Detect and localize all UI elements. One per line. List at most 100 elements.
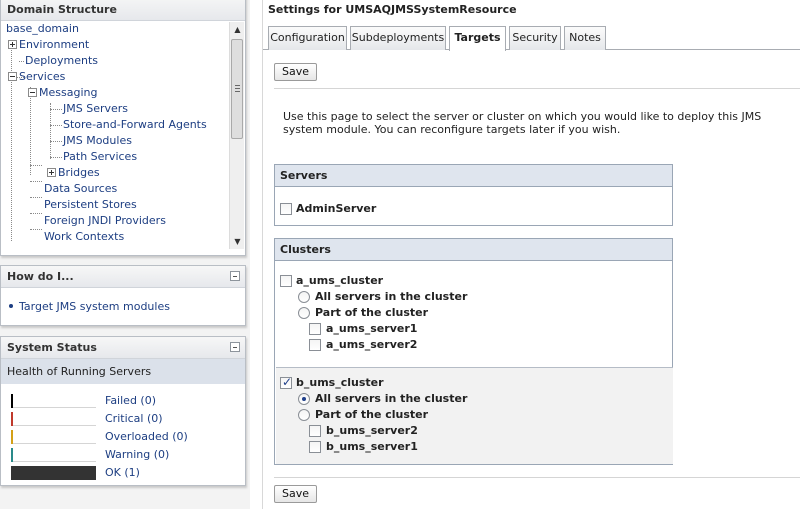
tab-security[interactable]: Security: [509, 26, 561, 50]
b-all-servers-radio[interactable]: [298, 393, 310, 405]
collapse-icon[interactable]: [230, 342, 240, 352]
tree-item-label[interactable]: Deployments: [25, 54, 98, 67]
domain-tree: base_domain Environment Deployments Serv…: [1, 21, 245, 249]
divider-top: [274, 88, 800, 89]
clusters-header: Clusters: [275, 239, 672, 261]
save-button-bottom[interactable]: Save: [274, 485, 318, 503]
b-ums-cluster-checkbox[interactable]: [280, 375, 292, 389]
tab-configuration[interactable]: Configuration: [268, 26, 347, 50]
a-ums-server2-checkbox[interactable]: [309, 339, 321, 351]
servers-box: Servers AdminServer: [274, 164, 673, 226]
tree-item-label[interactable]: Environment: [19, 38, 89, 51]
system-status-panel: System Status Health of Running Servers …: [0, 336, 246, 486]
b-part-cluster-label: Part of the cluster: [315, 408, 429, 421]
b-ums-server1-checkbox[interactable]: [309, 441, 321, 453]
health-bar: [11, 466, 96, 480]
tree-item-messaging[interactable]: Messaging: [28, 85, 97, 101]
tree-item-path-services[interactable]: Path Services: [63, 149, 137, 165]
bullet-icon: [9, 304, 13, 308]
b-ums-server2-label: b_ums_server2: [326, 424, 418, 437]
how-do-i-title-text: How do I...: [7, 270, 74, 283]
b-part-cluster-radio[interactable]: [298, 409, 310, 421]
a-part-cluster-radio[interactable]: [298, 307, 310, 319]
adminserver-label: AdminServer: [296, 202, 377, 215]
expand-icon[interactable]: [8, 40, 17, 49]
howdo-link-target-jms[interactable]: Target JMS system modules: [9, 300, 170, 313]
tab-notes[interactable]: Notes: [564, 26, 606, 50]
b-ums-server1-label: b_ums_server1: [326, 440, 418, 453]
status-row: Critical (0): [11, 412, 241, 426]
tree-item-label[interactable]: JMS Modules: [63, 134, 132, 147]
scroll-down-icon[interactable]: ▼: [230, 234, 245, 249]
health-subtitle: Health of Running Servers: [1, 359, 245, 384]
system-status-title: System Status: [1, 337, 245, 359]
status-link[interactable]: Warning (0): [105, 448, 169, 462]
a-all-servers-label: All servers in the cluster: [315, 290, 468, 303]
divider-bottom: [274, 477, 800, 478]
clusters-box: Clusters a_ums_cluster All servers in th…: [274, 238, 673, 465]
tree-item-data-sources[interactable]: Data Sources: [44, 181, 117, 197]
how-do-i-title: How do I...: [1, 266, 245, 288]
tree-item-deployments[interactable]: Deployments: [25, 53, 98, 69]
tree-scrollbar[interactable]: ▲ ▼: [229, 22, 244, 249]
tree-item-label[interactable]: Bridges: [58, 166, 100, 179]
status-link[interactable]: OK (1): [105, 466, 140, 480]
domain-structure-panel: Domain Structure base_domain Environment…: [0, 0, 246, 256]
tree-item-jms-servers[interactable]: JMS Servers: [63, 101, 128, 117]
tree-item-bridges[interactable]: Bridges: [47, 165, 100, 181]
a-all-servers-radio[interactable]: [298, 291, 310, 303]
scroll-thumb[interactable]: [231, 39, 243, 139]
a-ums-cluster-label: a_ums_cluster: [296, 274, 384, 287]
adminserver-checkbox[interactable]: [280, 203, 292, 215]
tree-item-work-contexts[interactable]: Work Contexts: [44, 229, 124, 245]
collapse-tree-icon[interactable]: [28, 88, 37, 97]
status-link[interactable]: Critical (0): [105, 412, 163, 426]
status-row: OK (1): [11, 466, 241, 480]
tree-item-label[interactable]: JMS Servers: [63, 102, 128, 115]
tree-item-label[interactable]: Services: [19, 70, 65, 83]
tree-item-base-domain[interactable]: base_domain: [6, 21, 79, 37]
expand-icon[interactable]: [47, 168, 56, 177]
scroll-up-icon[interactable]: ▲: [230, 22, 245, 37]
tree-item-label[interactable]: Work Contexts: [44, 230, 124, 243]
column-divider: [262, 0, 263, 509]
tree-item-persistent-stores[interactable]: Persistent Stores: [44, 197, 137, 213]
collapse-tree-icon[interactable]: [8, 72, 17, 81]
a-ums-server1-checkbox[interactable]: [309, 323, 321, 335]
health-bar: [11, 412, 96, 426]
tree-item-label[interactable]: Persistent Stores: [44, 198, 137, 211]
how-do-i-panel: How do I... Target JMS system modules: [0, 265, 246, 326]
tree-item-label[interactable]: Data Sources: [44, 182, 117, 195]
status-link[interactable]: Overloaded (0): [105, 430, 188, 444]
tree-item-label[interactable]: base_domain: [6, 22, 79, 35]
status-row: Overloaded (0): [11, 430, 241, 444]
tree-item-jms-modules[interactable]: JMS Modules: [63, 133, 132, 149]
servers-header: Servers: [275, 165, 672, 187]
tab-targets[interactable]: Targets: [449, 26, 506, 51]
b-ums-server2-checkbox[interactable]: [309, 425, 321, 437]
tree-item-saf-agents[interactable]: Store-and-Forward Agents: [63, 117, 207, 133]
tree-item-label[interactable]: Path Services: [63, 150, 137, 163]
tree-item-label[interactable]: Foreign JNDI Providers: [44, 214, 166, 227]
health-bar: [11, 394, 96, 408]
collapse-icon[interactable]: [230, 271, 240, 281]
tree-item-services[interactable]: Services: [8, 69, 65, 85]
a-part-cluster-label: Part of the cluster: [315, 306, 429, 319]
a-ums-cluster-checkbox[interactable]: [280, 275, 292, 287]
tree-item-label[interactable]: Messaging: [39, 86, 97, 99]
tab-subdeployments[interactable]: Subdeployments: [350, 26, 446, 50]
status-row: Warning (0): [11, 448, 241, 462]
tree-item-foreign-jndi[interactable]: Foreign JNDI Providers: [44, 213, 166, 229]
page-title: Settings for UMSAQJMSSystemResource: [268, 3, 517, 16]
status-link[interactable]: Failed (0): [105, 394, 156, 408]
howdo-link-label[interactable]: Target JMS system modules: [19, 300, 170, 313]
save-button-top[interactable]: Save: [274, 63, 318, 81]
tree-item-label[interactable]: Store-and-Forward Agents: [63, 118, 207, 131]
b-all-servers-label: All servers in the cluster: [315, 392, 468, 405]
health-bar: [11, 430, 96, 444]
a-ums-server1-label: a_ums_server1: [326, 322, 418, 335]
tree-item-environment[interactable]: Environment: [8, 37, 89, 53]
system-status-title-text: System Status: [7, 341, 97, 354]
intro-text: Use this page to select the server or cl…: [283, 110, 762, 136]
status-row: Failed (0): [11, 394, 241, 408]
